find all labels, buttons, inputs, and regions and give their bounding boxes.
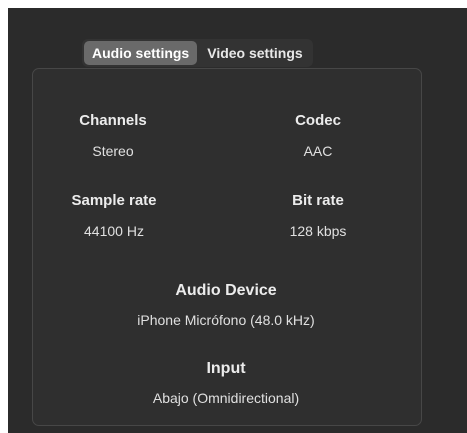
channels-value: Stereo: [92, 143, 134, 159]
codec-field: Codec AAC: [295, 112, 341, 160]
channels-field: Channels Stereo: [79, 112, 147, 160]
input-label: Input: [206, 360, 246, 377]
bit-rate-value: 128 kbps: [289, 223, 347, 239]
audio-device-value: iPhone Micrófono (48.0 kHz): [137, 312, 315, 328]
sample-rate-value: 44100 Hz: [84, 223, 144, 239]
bit-rate-label: Bit rate: [292, 192, 344, 209]
tab-audio-settings[interactable]: Audio settings: [84, 41, 198, 65]
settings-tab-bar: Audio settings Video settings: [82, 39, 313, 67]
audio-device-field: Audio Device iPhone Micrófono (48.0 kHz): [137, 282, 314, 329]
codec-value: AAC: [303, 143, 333, 159]
input-field: Input Abajo (Omnidirectional): [153, 360, 299, 407]
sample-rate-field: Sample rate 44100 Hz: [71, 192, 156, 240]
codec-label: Codec: [295, 112, 341, 129]
bit-rate-field: Bit rate 128 kbps: [290, 192, 347, 240]
input-value: Abajo (Omnidirectional): [152, 390, 300, 406]
tab-video-settings[interactable]: Video settings: [199, 41, 310, 65]
settings-window: Audio settings Video settings Channels S…: [8, 8, 467, 433]
audio-device-label: Audio Device: [175, 282, 277, 299]
channels-label: Channels: [79, 112, 147, 129]
audio-settings-panel: Channels Stereo Codec AAC Sample rate 44…: [32, 68, 422, 426]
sample-rate-label: Sample rate: [71, 192, 157, 209]
